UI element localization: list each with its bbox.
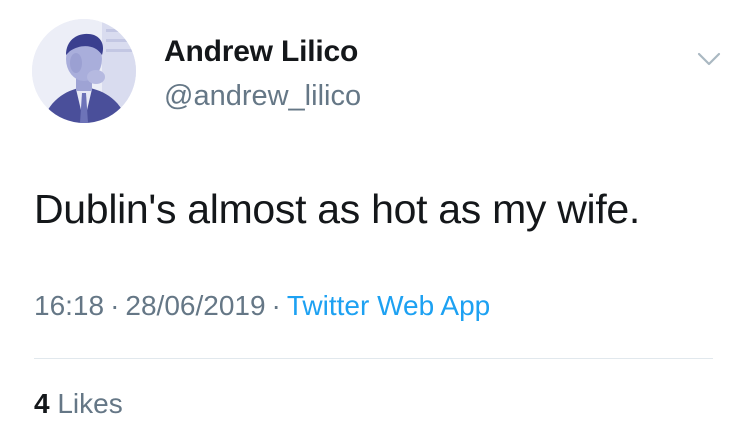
author-handle[interactable]: @andrew_lilico xyxy=(164,80,361,113)
tweet-text: Dublin's almost as hot as my wife. xyxy=(34,186,641,232)
tweet-time[interactable]: 16:18 xyxy=(34,290,104,321)
author-display-name[interactable]: Andrew Lilico xyxy=(164,35,358,69)
likes-count: 4 xyxy=(34,388,50,419)
meta-separator: · xyxy=(271,290,281,321)
meta-separator: · xyxy=(110,290,120,321)
tweet-meta: 16:18 · 28/06/2019 · Twitter Web App xyxy=(34,290,490,322)
tweet-source-link[interactable]: Twitter Web App xyxy=(287,290,490,321)
likes-link[interactable]: 4 Likes xyxy=(34,388,123,420)
chevron-down-icon xyxy=(697,52,721,66)
avatar[interactable] xyxy=(32,19,136,123)
likes-label: Likes xyxy=(57,388,123,419)
tweet-card: Andrew Lilico @andrew_lilico Dublin's al… xyxy=(0,0,747,427)
tweet-date[interactable]: 28/06/2019 xyxy=(125,290,265,321)
profile-photo-icon xyxy=(32,19,136,123)
divider xyxy=(34,358,713,359)
more-options-button[interactable] xyxy=(693,45,725,73)
